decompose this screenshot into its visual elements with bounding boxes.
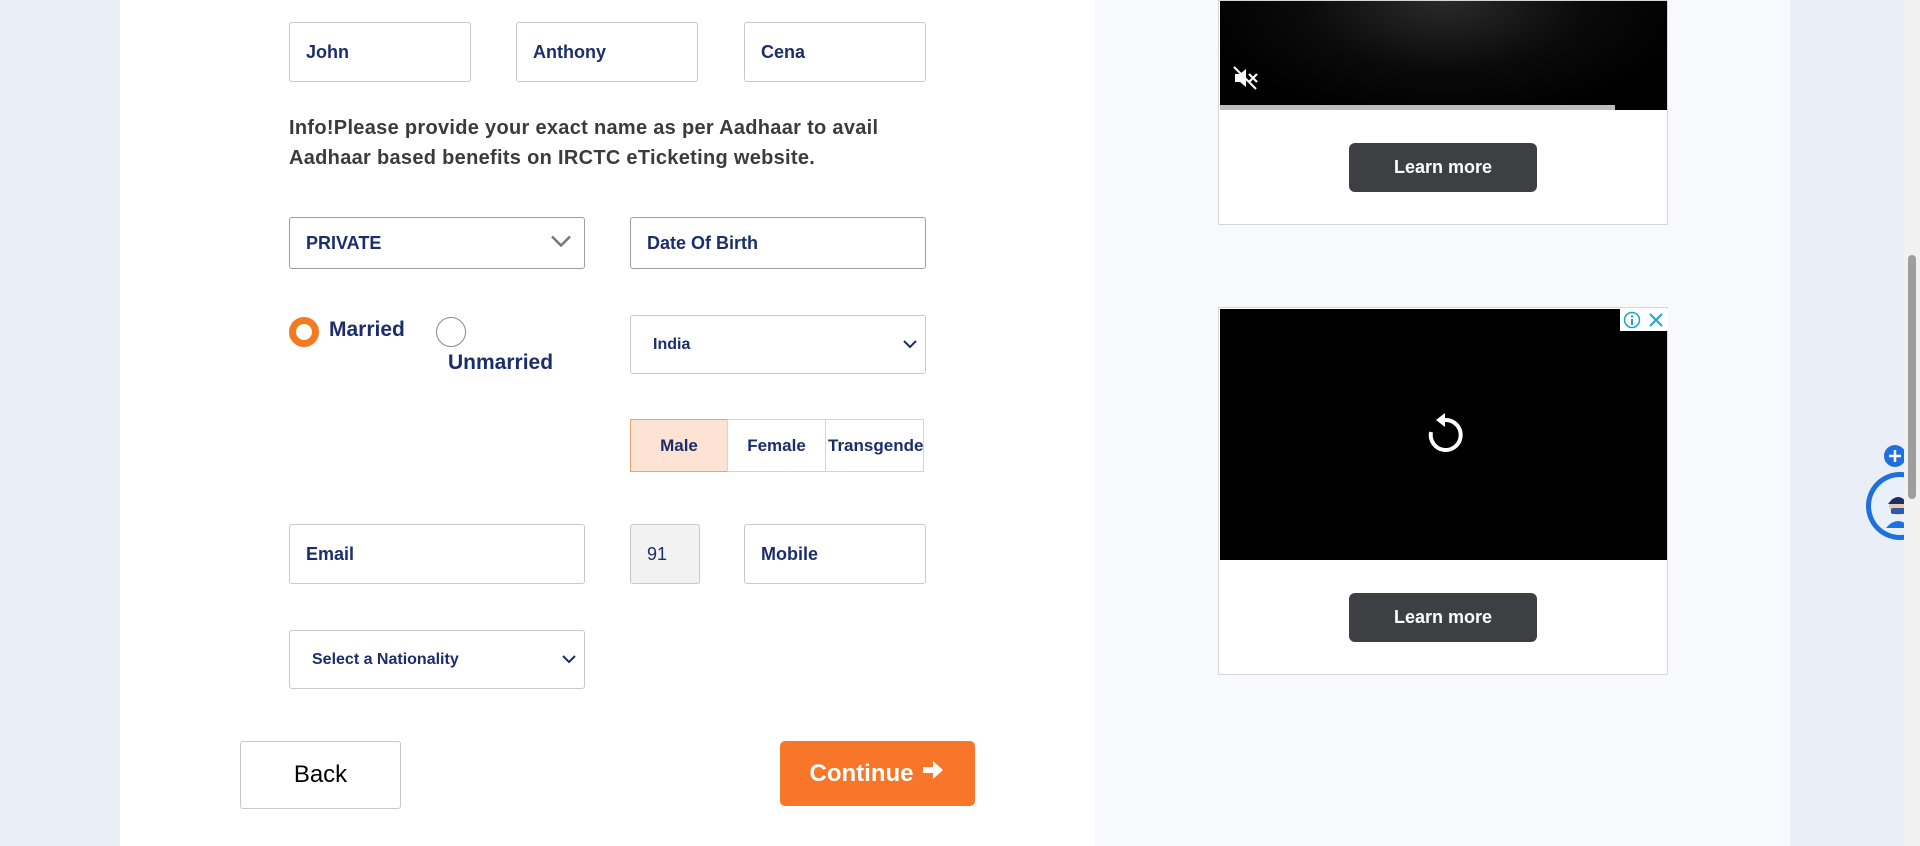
nationality-value: Select a Nationality <box>312 650 459 668</box>
unmarried-radio[interactable] <box>436 317 466 347</box>
dob-input[interactable]: Date Of Birth <box>630 217 926 269</box>
email-placeholder: Email <box>306 543 355 564</box>
chevron-down-icon <box>562 651 576 669</box>
unmarried-label: Unmarried <box>448 351 554 374</box>
mobile-input[interactable]: Mobile <box>744 524 926 584</box>
nationality-select[interactable]: Select a Nationality <box>289 630 585 689</box>
aadhaar-info-text: Info!Please provide your exact name as p… <box>289 117 879 169</box>
dob-placeholder: Date Of Birth <box>647 232 759 253</box>
continue-button[interactable]: Continue <box>780 741 975 806</box>
info-icon[interactable] <box>1620 309 1644 331</box>
video-ad-2: Learn more <box>1218 307 1668 675</box>
gender-female-button[interactable]: Female <box>727 419 826 472</box>
last-name-input[interactable]: Cena <box>744 22 926 82</box>
back-button[interactable]: Back <box>240 741 401 809</box>
learn-more-label-1: Learn more <box>1393 157 1493 177</box>
video-ad-1: Learn more <box>1218 0 1668 225</box>
continue-button-label: Continue <box>809 759 914 787</box>
last-name-value: Cena <box>761 41 806 62</box>
occupation-value: PRIVATE <box>306 232 382 253</box>
first-name-value: John <box>306 41 349 62</box>
chevron-down-icon <box>903 336 917 354</box>
learn-more-button-1[interactable]: Learn more <box>1349 143 1537 192</box>
arrow-right-icon <box>921 759 945 788</box>
video-progress-bar[interactable] <box>1220 105 1615 110</box>
first-name-input[interactable]: John <box>289 22 471 82</box>
isd-code-field: 91 <box>630 524 700 584</box>
married-label: Married <box>329 318 405 341</box>
learn-more-button-2[interactable]: Learn more <box>1349 593 1537 642</box>
country-select[interactable]: India <box>630 315 926 374</box>
chevron-down-icon <box>550 233 572 254</box>
email-input[interactable]: Email <box>289 524 585 584</box>
gender-transgender-label: Transgender <box>828 435 924 455</box>
scrollbar-thumb[interactable] <box>1908 255 1916 499</box>
occupation-select[interactable]: PRIVATE <box>289 217 585 269</box>
mute-icon[interactable] <box>1232 65 1260 96</box>
isd-code-value: 91 <box>647 543 668 564</box>
gender-male-button[interactable]: Male <box>630 419 728 472</box>
video-player-2[interactable] <box>1220 309 1667 560</box>
page-scrollbar[interactable] <box>1904 0 1920 846</box>
middle-name-input[interactable]: Anthony <box>516 22 698 82</box>
close-icon[interactable] <box>1644 309 1668 331</box>
married-radio[interactable] <box>289 317 319 347</box>
mobile-placeholder: Mobile <box>761 543 818 564</box>
replay-icon[interactable] <box>1425 412 1465 461</box>
learn-more-label-2: Learn more <box>1393 607 1493 627</box>
video-player-1[interactable] <box>1220 1 1667 110</box>
back-button-label: Back <box>293 761 348 788</box>
middle-name-value: Anthony <box>533 41 606 62</box>
gender-female-label: Female <box>747 435 806 455</box>
country-value: India <box>653 335 691 353</box>
gender-transgender-button[interactable]: Transgender <box>825 419 924 472</box>
gender-male-label: Male <box>660 435 698 455</box>
